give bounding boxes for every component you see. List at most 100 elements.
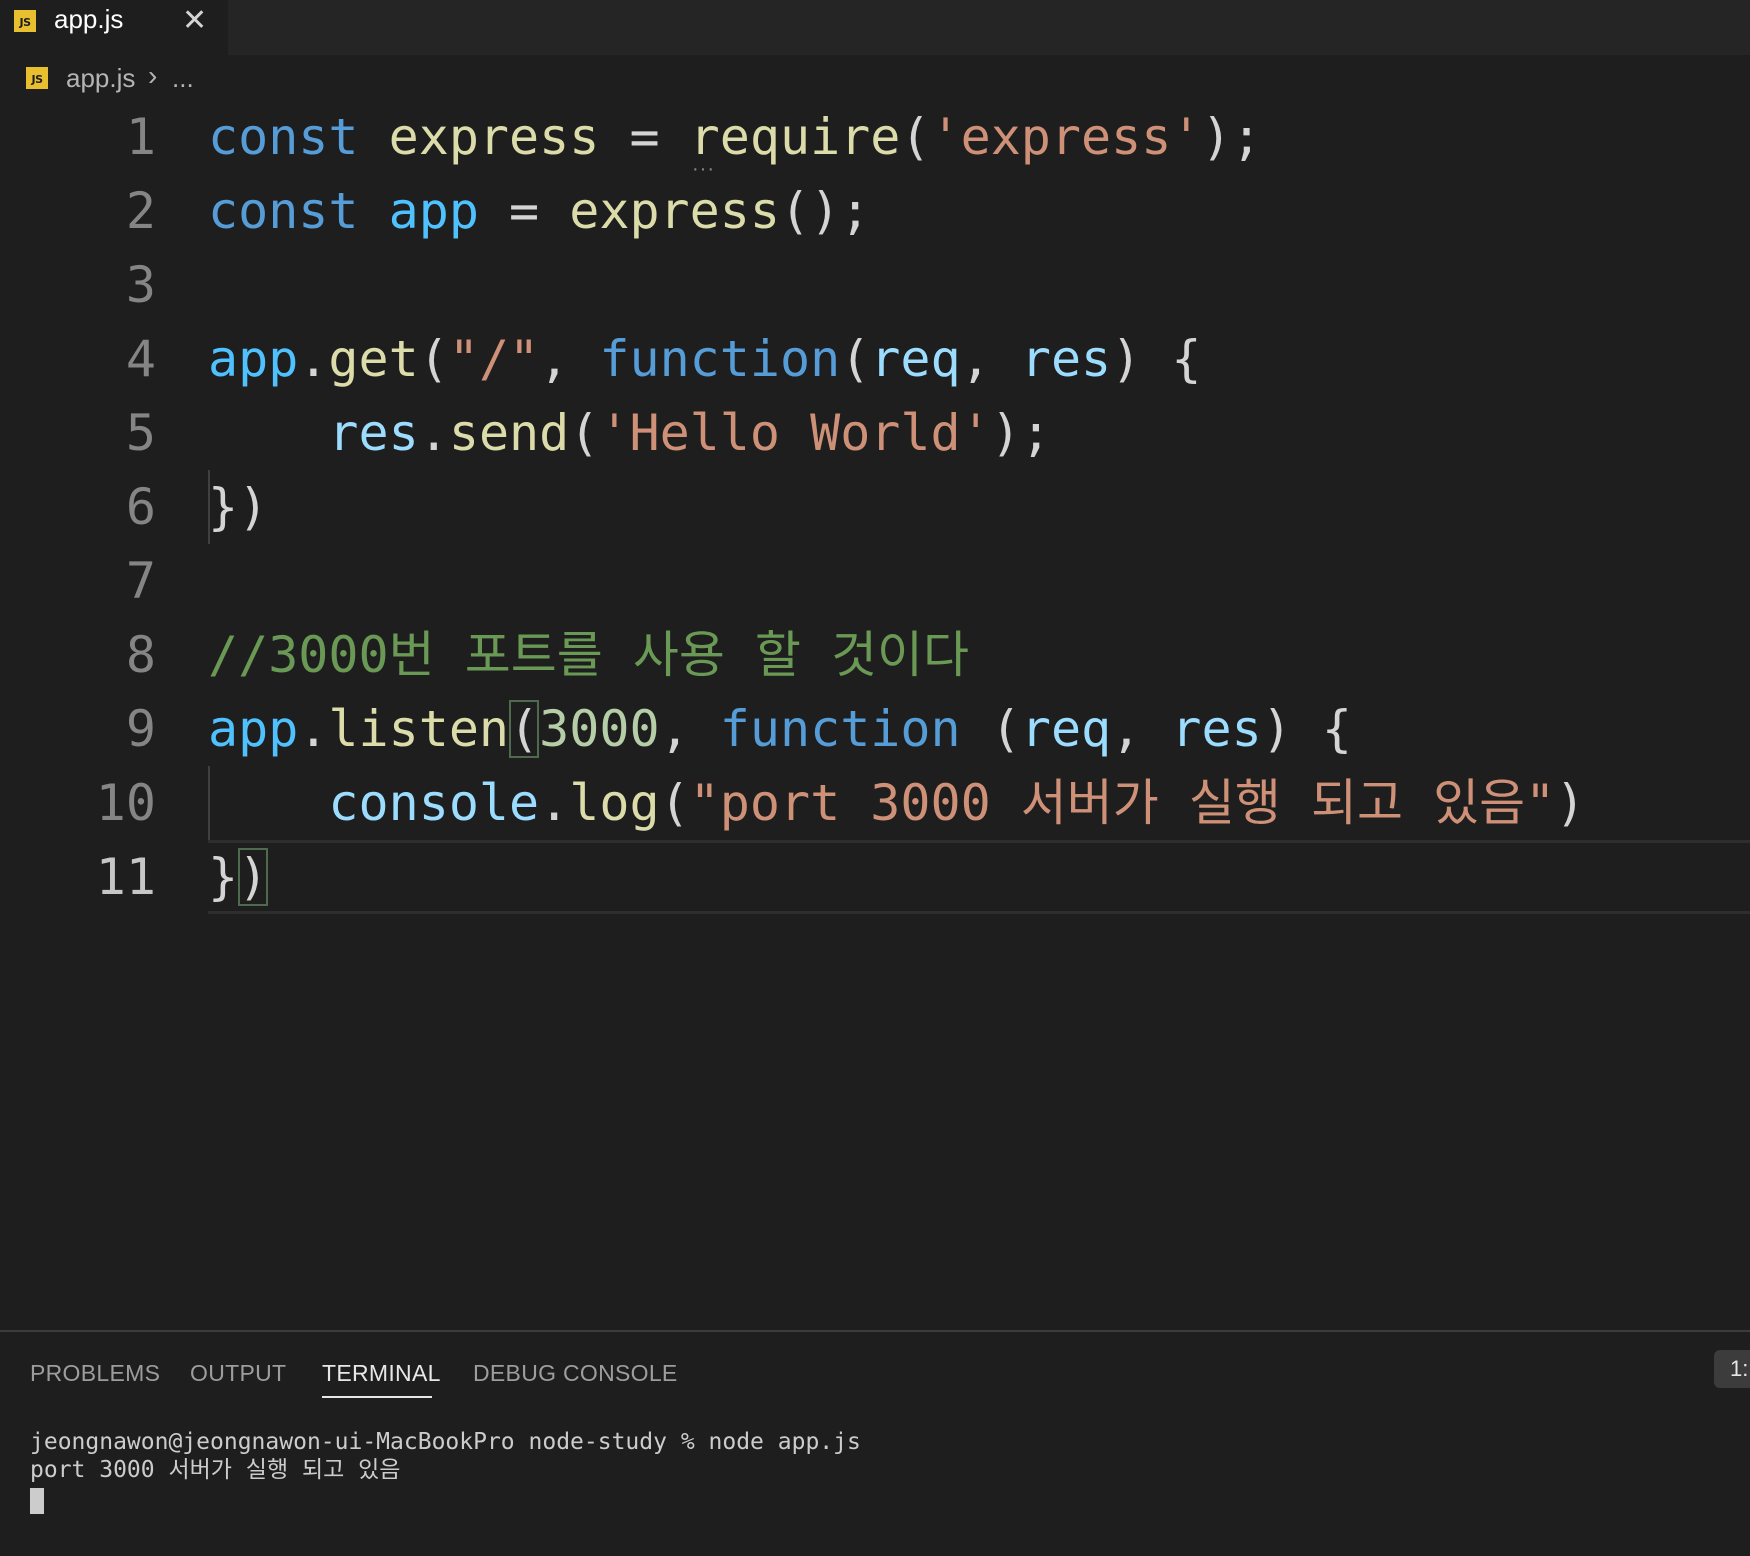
terminal-line: jeongnawon@jeongnawon-ui-MacBookPro node… — [30, 1429, 861, 1455]
line-number: 11 — [95, 848, 156, 906]
line-number: 6 — [125, 478, 156, 536]
editor-tab-bar: JS app.js ✕ — [0, 0, 1750, 55]
string-literal: 'Hello World' — [599, 404, 991, 462]
terminal-selector[interactable]: 1: — [1714, 1350, 1750, 1388]
code-text[interactable]: const express = require('express'); — [208, 100, 1262, 174]
punct: . — [418, 404, 449, 462]
code-line[interactable]: 8 //3000번 포트를 사용 할 것이다 — [0, 618, 1750, 692]
code-line[interactable]: 5 res.send('Hello World'); — [0, 396, 1750, 470]
parameter: res — [1020, 330, 1112, 388]
punct: ( — [900, 108, 931, 166]
punct: . — [539, 774, 570, 832]
code-line[interactable]: 11 }) — [0, 840, 1750, 914]
function-call: get — [328, 330, 419, 388]
breadcrumb-file[interactable]: app.js — [66, 63, 135, 94]
close-icon[interactable]: ✕ — [182, 3, 207, 38]
parameter: res — [1171, 700, 1262, 758]
punct: . — [298, 700, 329, 758]
punct: ) — [1555, 774, 1586, 832]
punct: ); — [990, 404, 1051, 462]
code-line[interactable]: 1 const express = require('express'); ··… — [0, 100, 1750, 180]
line-number: 9 — [125, 700, 156, 758]
code-line[interactable]: 9 app.listen(3000, function (req, res) { — [0, 692, 1750, 766]
punct: ( — [569, 404, 600, 462]
line-number: 1 — [125, 108, 156, 166]
function-call: listen — [328, 700, 510, 758]
js-file-icon: JS — [26, 67, 48, 89]
code-line[interactable]: 2 const app = express(); — [0, 174, 1750, 248]
tab-output[interactable]: OUTPUT — [190, 1360, 286, 1387]
keyword: function — [719, 700, 961, 758]
line-number: 4 — [125, 330, 156, 388]
punct: ) { — [1111, 330, 1202, 388]
code-text[interactable]: console.log("port 3000 서버가 실행 되고 있음") — [208, 766, 1585, 840]
function-call: express — [569, 182, 780, 240]
punct: ( — [960, 700, 1021, 758]
string-literal: "/" — [448, 330, 540, 388]
terminal-cursor — [30, 1488, 44, 1514]
terminal-output[interactable]: jeongnawon@jeongnawon-ui-MacBookPro node… — [30, 1428, 861, 1484]
number-literal: 3000 — [539, 700, 660, 758]
function-call: require — [689, 108, 901, 166]
code-text[interactable]: res.send('Hello World'); — [208, 396, 1051, 470]
line-number: 2 — [125, 182, 156, 240]
identifier: app — [388, 182, 479, 240]
string-literal: 'express' — [930, 108, 1202, 166]
tab-app-js[interactable]: JS app.js ✕ — [0, 0, 228, 55]
tab-debug-console[interactable]: DEBUG CONSOLE — [473, 1360, 678, 1387]
line-number: 8 — [125, 626, 156, 684]
keyword: function — [599, 330, 841, 388]
code-line[interactable]: 7 — [0, 544, 1750, 618]
identifier: app — [208, 330, 299, 388]
active-tab-indicator — [322, 1396, 432, 1398]
identifier: express — [388, 108, 600, 166]
code-text[interactable]: app.get("/", function(req, res) { — [208, 322, 1201, 396]
code-line[interactable]: 10 console.log("port 3000 서버가 실행 되고 있음") — [0, 766, 1750, 840]
parameter: req — [1020, 700, 1112, 758]
bottom-panel: PROBLEMS OUTPUT TERMINAL DEBUG CONSOLE 1… — [0, 1330, 1750, 1556]
keyword: const — [208, 108, 359, 166]
identifier: console — [328, 774, 540, 832]
code-text[interactable]: }) — [208, 470, 268, 544]
matched-bracket: ( — [509, 700, 540, 758]
keyword: const — [208, 182, 359, 240]
matched-bracket: ) — [238, 848, 269, 906]
code-text[interactable]: const app = express(); — [208, 174, 870, 248]
function-call: log — [569, 774, 660, 832]
comment[interactable]: //3000번 포트를 사용 할 것이다 — [208, 618, 969, 692]
punct: } — [208, 848, 239, 906]
line-number: 5 — [125, 404, 156, 462]
tab-label: app.js — [54, 4, 124, 34]
code-line[interactable]: 6 }) — [0, 470, 1750, 544]
tab-problems[interactable]: PROBLEMS — [30, 1360, 160, 1387]
punct: ); — [1201, 108, 1262, 166]
identifier: res — [328, 404, 419, 462]
punct: ( — [659, 774, 690, 832]
parameter: req — [870, 330, 961, 388]
code-line[interactable]: 3 — [0, 248, 1750, 322]
punct: , — [659, 700, 720, 758]
identifier: app — [208, 700, 299, 758]
operator: = — [599, 108, 690, 166]
code-text[interactable]: app.listen(3000, function (req, res) { — [208, 692, 1352, 766]
punct: . — [298, 330, 329, 388]
operator: = — [478, 182, 570, 240]
line-number: 7 — [125, 552, 156, 610]
punct: ( — [418, 330, 449, 388]
punct: , — [539, 330, 600, 388]
function-call: send — [448, 404, 570, 462]
line-number: 10 — [95, 774, 156, 832]
code-text[interactable]: }) — [208, 840, 269, 914]
string-literal: "port 3000 서버가 실행 되고 있음" — [689, 774, 1556, 832]
punct: ( — [840, 330, 871, 388]
punct: , — [1111, 700, 1172, 758]
tab-terminal[interactable]: TERMINAL — [322, 1360, 441, 1387]
punct: ) { — [1261, 700, 1352, 758]
code-editor[interactable]: 1 const express = require('express'); ··… — [0, 100, 1750, 1330]
code-line[interactable]: 4 app.get("/", function(req, res) { — [0, 322, 1750, 396]
punct: (); — [779, 182, 871, 240]
breadcrumb-more[interactable]: ... — [172, 63, 194, 94]
line-number: 3 — [125, 256, 156, 314]
